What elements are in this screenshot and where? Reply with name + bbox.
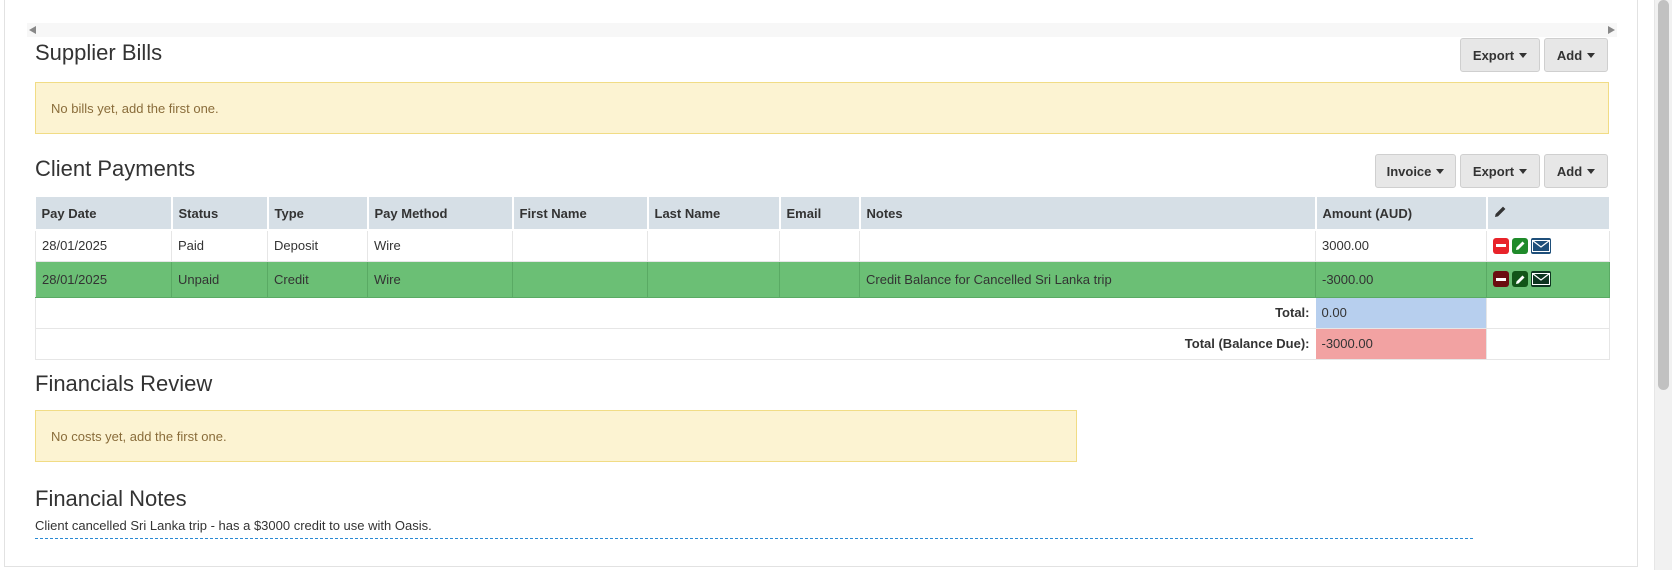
- cell-first-name: [512, 230, 648, 262]
- notes-editable-underline: [35, 538, 1473, 539]
- col-header-type[interactable]: Type: [267, 197, 369, 231]
- remove-icon[interactable]: [1493, 271, 1509, 287]
- cell-notes: [859, 230, 1316, 262]
- table-row[interactable]: 28/01/2025 Paid Deposit Wire 3000.00: [35, 230, 1610, 262]
- balance-due-row: Total (Balance Due): -3000.00: [35, 328, 1610, 360]
- cell-actions: [1486, 230, 1610, 262]
- col-header-last-name[interactable]: Last Name: [647, 197, 781, 231]
- cell-email: [779, 230, 860, 262]
- cell-first-name: [512, 261, 648, 298]
- col-header-pay-date[interactable]: Pay Date: [35, 197, 173, 231]
- pencil-icon: [1494, 206, 1505, 217]
- cell-amount: 3000.00: [1315, 230, 1487, 262]
- panel-bottom-border: [4, 566, 1638, 567]
- supplier-bills-export-button[interactable]: Export: [1460, 38, 1540, 72]
- cell-amount: -3000.00: [1315, 261, 1487, 298]
- supplier-bills-title: Supplier Bills: [35, 40, 163, 65]
- scrollbar-thumb[interactable]: [1658, 0, 1669, 390]
- col-header-actions: [1486, 197, 1611, 231]
- cell-status: Paid: [171, 230, 268, 262]
- panel-right-border: [1637, 0, 1638, 567]
- horizontal-scrollbar[interactable]: [27, 23, 1617, 37]
- col-header-first-name[interactable]: First Name: [512, 197, 649, 231]
- caret-down-icon: [1519, 168, 1528, 174]
- total-spacer-cell: [1486, 297, 1610, 329]
- export-label: Export: [1472, 47, 1515, 63]
- financial-notes-text[interactable]: Client cancelled Sri Lanka trip - has a …: [35, 518, 432, 533]
- cell-pay-date: 28/01/2025: [35, 230, 172, 262]
- scroll-right-icon[interactable]: [1608, 26, 1615, 34]
- vertical-scrollbar[interactable]: [1654, 0, 1672, 570]
- mail-icon[interactable]: [1531, 271, 1551, 287]
- scroll-left-icon[interactable]: [29, 26, 36, 34]
- col-header-notes[interactable]: Notes: [859, 197, 1317, 231]
- caret-down-icon: [1587, 52, 1596, 58]
- remove-icon[interactable]: [1493, 237, 1509, 254]
- cell-last-name: [647, 261, 780, 298]
- col-header-pay-method[interactable]: Pay Method: [367, 197, 514, 231]
- cell-email: [779, 261, 860, 298]
- table-header-row: Pay Date Status Type Pay Method First Na…: [35, 197, 1611, 231]
- client-payments-add-button[interactable]: Add: [1544, 154, 1608, 188]
- financials-review-empty-alert: No costs yet, add the first one.: [35, 410, 1077, 462]
- supplier-bills-empty-alert: No bills yet, add the first one.: [35, 82, 1609, 134]
- invoice-label: Invoice: [1386, 163, 1432, 179]
- cell-pay-date: 28/01/2025: [35, 261, 172, 298]
- add-label: Add: [1556, 163, 1583, 179]
- edit-icon[interactable]: [1512, 237, 1528, 254]
- add-label: Add: [1556, 47, 1583, 63]
- col-header-email[interactable]: Email: [779, 197, 861, 231]
- table-row[interactable]: 28/01/2025 Unpaid Credit Wire Credit Bal…: [35, 261, 1610, 298]
- total-label: Total:: [35, 297, 1316, 329]
- cell-type: Credit: [267, 261, 368, 298]
- balance-spacer-cell: [1486, 328, 1610, 360]
- mail-icon[interactable]: [1531, 237, 1551, 254]
- financials-review-title: Financials Review: [35, 371, 213, 396]
- supplier-bills-add-button[interactable]: Add: [1544, 38, 1608, 72]
- client-payments-export-button[interactable]: Export: [1460, 154, 1540, 188]
- cell-notes: Credit Balance for Cancelled Sri Lanka t…: [859, 261, 1316, 298]
- cell-pay-method: Wire: [367, 261, 513, 298]
- cell-last-name: [647, 230, 780, 262]
- cell-actions: [1486, 261, 1610, 298]
- panel-left-border: [4, 0, 5, 567]
- edit-icon[interactable]: [1512, 271, 1528, 287]
- total-value: 0.00: [1315, 297, 1487, 329]
- caret-down-icon: [1519, 52, 1528, 58]
- cell-pay-method: Wire: [367, 230, 513, 262]
- caret-down-icon: [1436, 168, 1445, 174]
- export-label: Export: [1472, 163, 1515, 179]
- client-payments-table: Pay Date Status Type Pay Method First Na…: [35, 197, 1611, 360]
- balance-due-value: -3000.00: [1315, 328, 1487, 360]
- invoice-button[interactable]: Invoice: [1375, 154, 1456, 188]
- cell-type: Deposit: [267, 230, 368, 262]
- financial-notes-title: Financial Notes: [35, 486, 187, 511]
- balance-due-label: Total (Balance Due):: [35, 328, 1316, 360]
- total-row: Total: 0.00: [35, 297, 1610, 329]
- client-payments-title: Client Payments: [35, 156, 196, 181]
- alert-text: No bills yet, add the first one.: [51, 100, 219, 116]
- caret-down-icon: [1587, 168, 1596, 174]
- cell-status: Unpaid: [171, 261, 268, 298]
- alert-text: No costs yet, add the first one.: [51, 428, 227, 444]
- col-header-status[interactable]: Status: [171, 197, 269, 231]
- col-header-amount[interactable]: Amount (AUD): [1315, 197, 1488, 231]
